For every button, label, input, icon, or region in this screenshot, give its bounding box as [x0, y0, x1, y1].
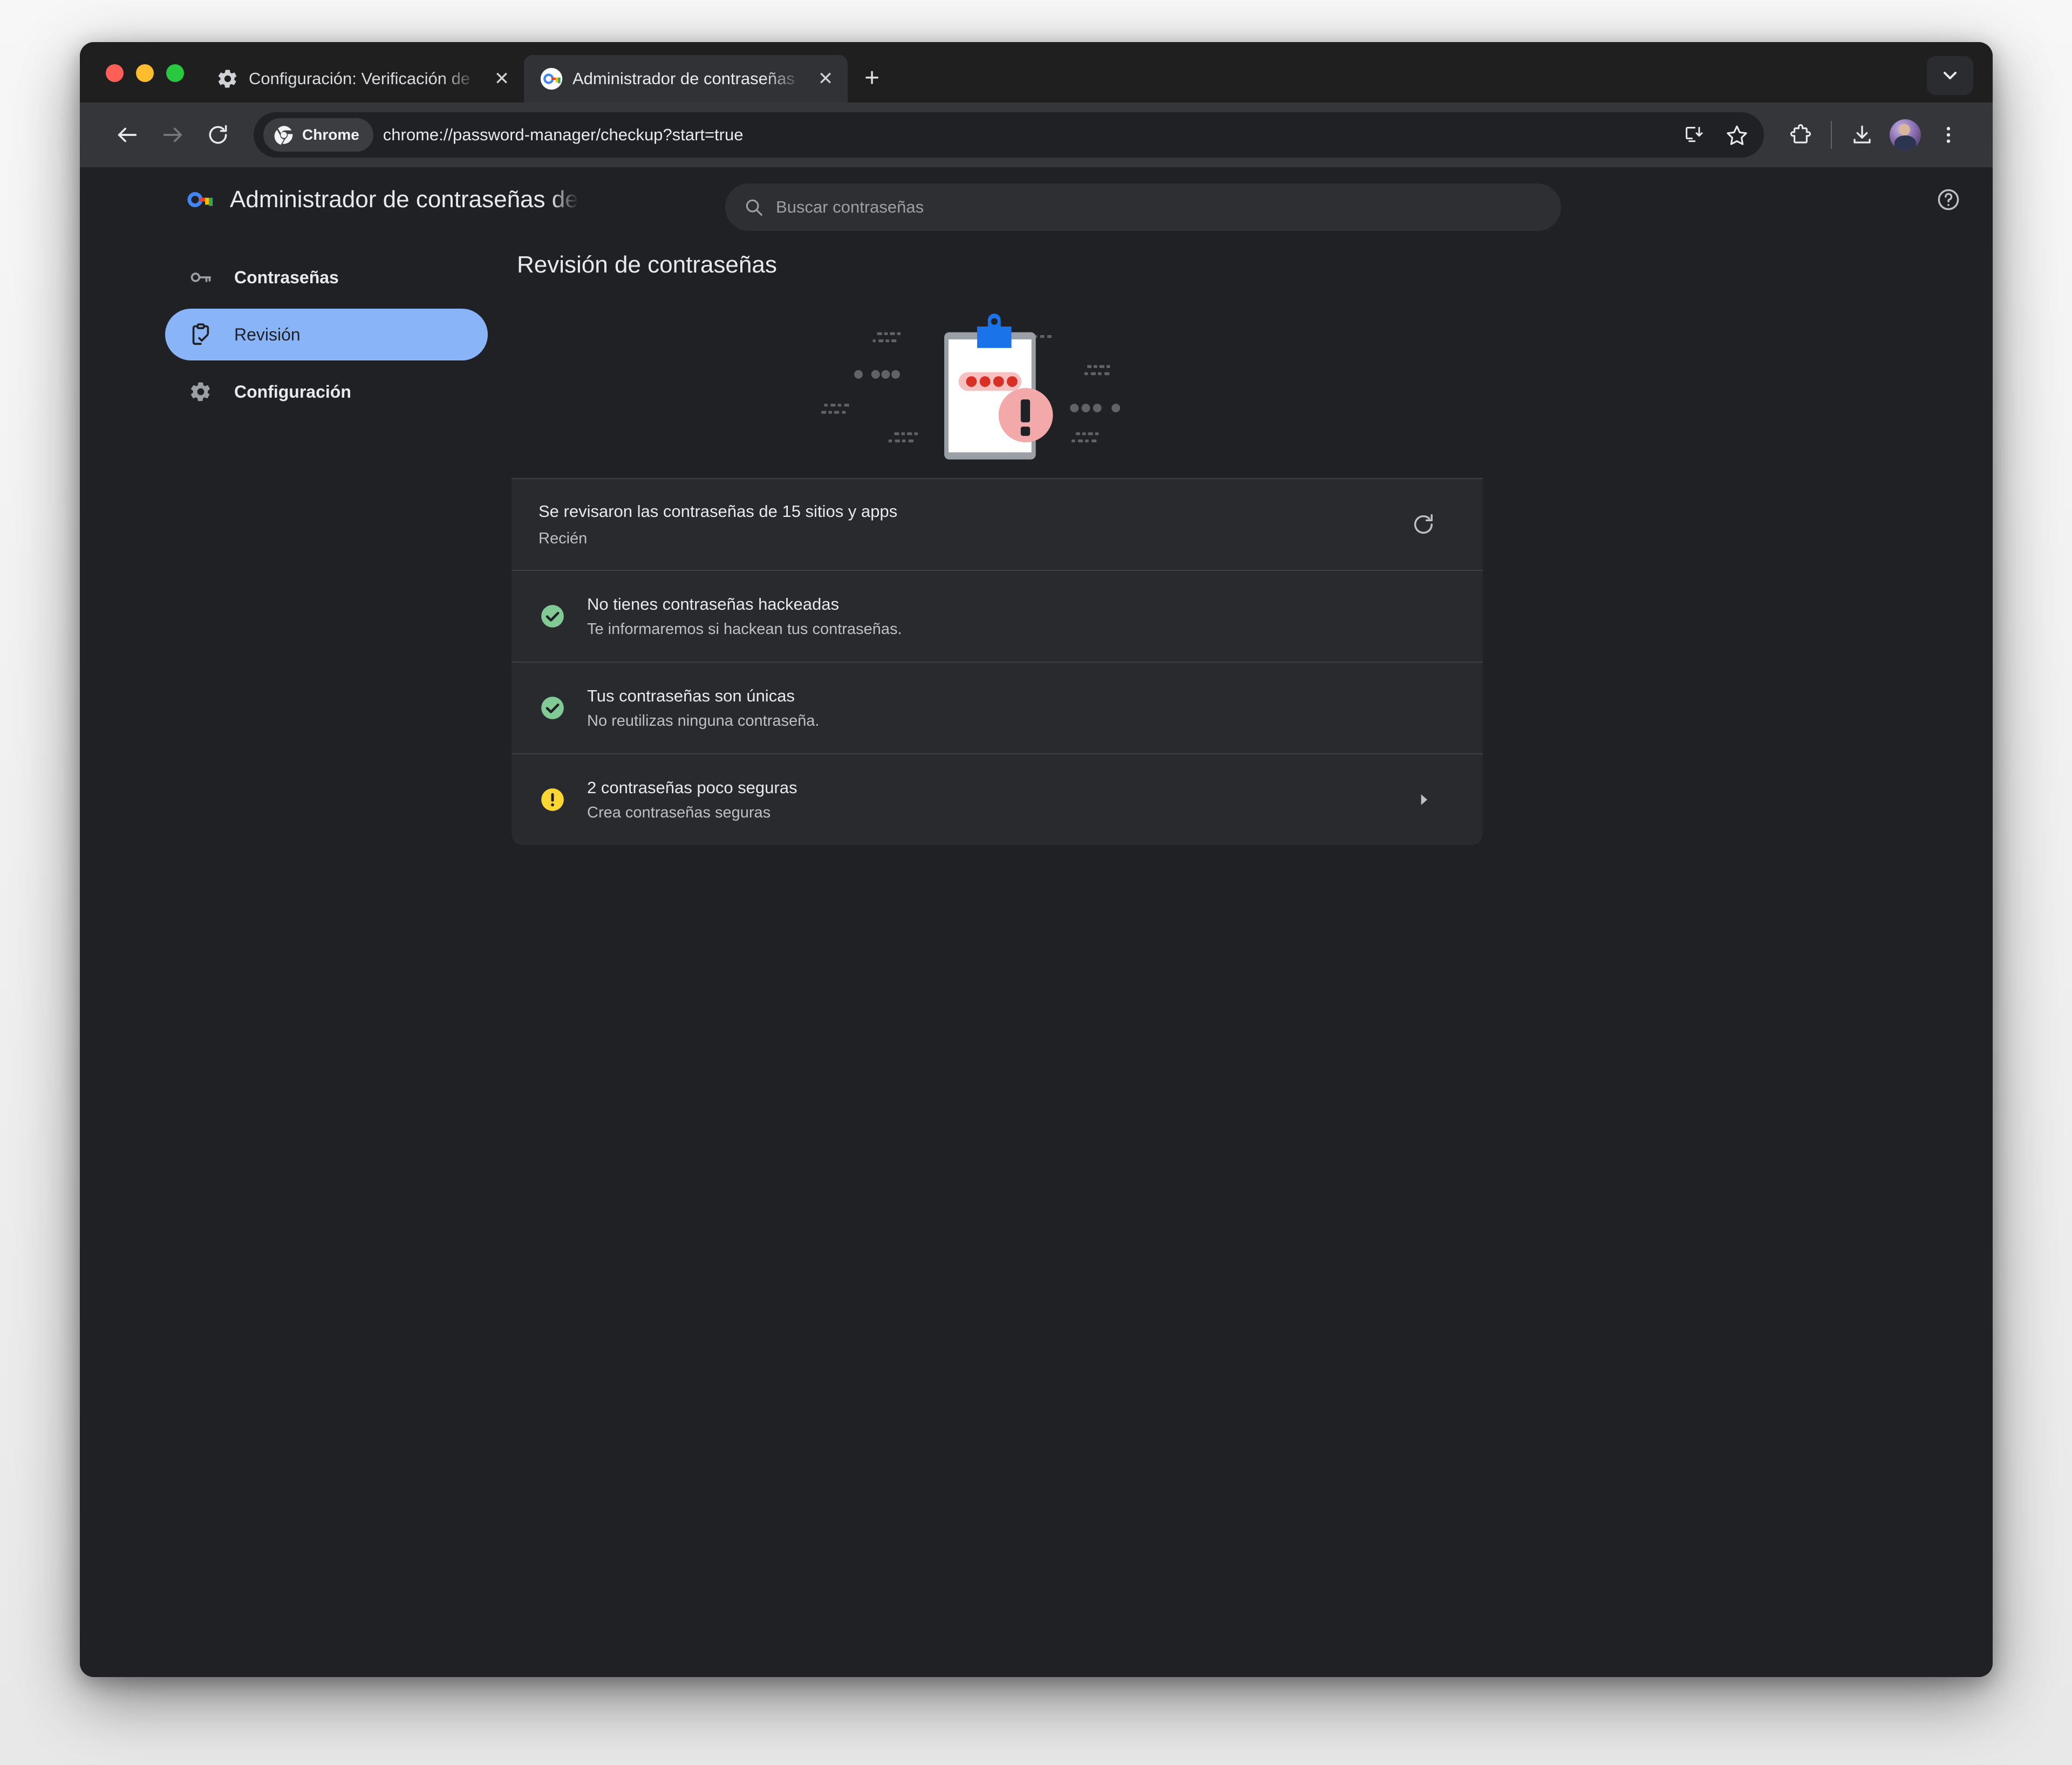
sidebar-item-contrasenas[interactable]: Contraseñas [165, 251, 488, 303]
tab-administrador-de-contrasenas[interactable]: Administrador de contraseñas ✕ [524, 55, 848, 103]
clipboard-check-icon [188, 322, 214, 347]
gear-icon [216, 67, 239, 90]
summary-subtitle: Recién [539, 530, 1388, 548]
profile-avatar[interactable] [1884, 113, 1927, 156]
main-content: Revisión de contraseñas [512, 232, 1993, 1677]
key-icon [188, 264, 214, 290]
summary-title: Se revisaron las contraseñas de 15 sitio… [539, 502, 1388, 521]
refresh-icon[interactable] [1406, 507, 1441, 542]
result-title: No tienes contraseñas hackeadas [587, 595, 1441, 614]
search-passwords-field[interactable]: Buscar contraseñas [725, 183, 1561, 231]
search-input-placeholder: Buscar contraseñas [776, 197, 924, 217]
google-password-key-icon [540, 67, 563, 90]
tab-title: Administrador de contraseñas [572, 69, 803, 88]
page-body: Contraseñas Revisión [80, 232, 1993, 1677]
back-button[interactable] [105, 112, 150, 158]
chrome-chip-label: Chrome [302, 126, 359, 144]
result-subtitle: Te informaremos si hackean tus contraseñ… [587, 621, 1441, 638]
google-password-manager-icon [186, 185, 216, 215]
tab-close-button[interactable]: ✕ [813, 66, 838, 91]
result-row-reused: Tus contraseñas son únicas No reutilizas… [512, 662, 1483, 753]
chevron-right-icon[interactable] [1406, 782, 1441, 817]
address-bar[interactable]: Chrome chrome://password-manager/checkup… [254, 112, 1764, 158]
browser-toolbar: Chrome chrome://password-manager/checkup… [80, 103, 1993, 167]
tab-configuracion[interactable]: Configuración: Verificación de ✕ [200, 55, 524, 103]
window-traffic-lights [80, 64, 200, 103]
checkup-card: Se revisaron las contraseñas de 15 sitio… [512, 306, 1483, 845]
omnibox-actions [1674, 115, 1756, 154]
search-icon [744, 197, 764, 217]
tab-title: Configuración: Verificación de [249, 69, 480, 88]
checkup-summary-row: Se revisaron las contraseñas de 15 sitio… [512, 478, 1483, 570]
result-texts: Tus contraseñas son únicas No reutilizas… [587, 686, 1441, 730]
sidebar-item-revision[interactable]: Revisión [165, 309, 488, 360]
browser-menu-icon[interactable] [1927, 113, 1970, 156]
sidebar-item-label: Contraseñas [234, 268, 339, 288]
minimize-window-button[interactable] [136, 64, 154, 82]
avatar [1890, 119, 1921, 151]
install-app-icon[interactable] [1674, 115, 1713, 154]
check-circle-icon [536, 692, 569, 724]
check-circle-icon [536, 600, 569, 632]
summary-texts: Se revisaron las contraseñas de 15 sitio… [539, 502, 1388, 548]
bookmark-star-icon[interactable] [1717, 115, 1756, 154]
result-subtitle: Crea contraseñas seguras [587, 804, 1388, 822]
chrome-logo-icon [273, 124, 295, 146]
sidebar: Contraseñas Revisión [80, 232, 512, 1677]
warning-circle-icon [536, 783, 569, 816]
result-texts: No tienes contraseñas hackeadas Te infor… [587, 595, 1441, 638]
page-header: Administrador de contraseñas de Buscar c… [80, 167, 1993, 232]
chrome-chip[interactable]: Chrome [263, 118, 373, 152]
result-row-compromised: No tienes contraseñas hackeadas Te infor… [512, 570, 1483, 662]
toolbar-divider [1831, 121, 1832, 149]
result-title: 2 contraseñas poco seguras [587, 778, 1388, 798]
reload-button[interactable] [195, 112, 241, 158]
new-tab-button[interactable]: + [855, 62, 889, 95]
result-subtitle: No reutilizas ninguna contraseña. [587, 712, 1441, 730]
chevron-down-icon[interactable] [1927, 56, 1973, 95]
extensions-puzzle-icon[interactable] [1779, 113, 1822, 156]
browser-window: Configuración: Verificación de ✕ Adminis… [80, 42, 1993, 1677]
sidebar-item-configuracion[interactable]: Configuración [165, 366, 488, 418]
tab-strip: Configuración: Verificación de ✕ Adminis… [80, 42, 1993, 103]
tab-close-button[interactable]: ✕ [489, 66, 514, 91]
help-circle-icon[interactable] [1929, 180, 1968, 219]
result-row-weak[interactable]: 2 contraseñas poco seguras Crea contrase… [512, 753, 1483, 845]
forward-button[interactable] [150, 112, 195, 158]
password-manager-page: Administrador de contraseñas de Buscar c… [80, 167, 1993, 1677]
result-texts: 2 contraseñas poco seguras Crea contrase… [587, 778, 1388, 822]
checkup-heading: Revisión de contraseñas [517, 251, 1993, 278]
result-title: Tus contraseñas son únicas [587, 686, 1441, 706]
clipboard-password-alert-illustration [512, 306, 1483, 478]
page-title: Administrador de contraseñas de [230, 186, 578, 213]
downloads-icon[interactable] [1841, 113, 1884, 156]
gear-icon [188, 379, 214, 405]
sidebar-item-label: Revisión [234, 325, 301, 345]
url-text[interactable]: chrome://password-manager/checkup?start=… [383, 125, 1665, 145]
sidebar-item-label: Configuración [234, 382, 351, 402]
maximize-window-button[interactable] [166, 64, 184, 82]
close-window-button[interactable] [106, 64, 124, 82]
